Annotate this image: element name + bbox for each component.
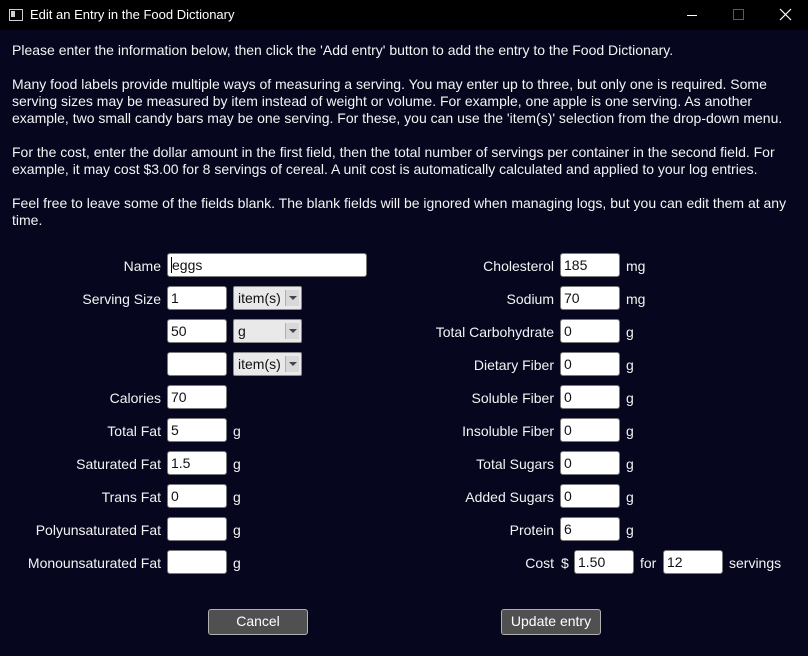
close-button[interactable] bbox=[762, 0, 808, 30]
total-carbohydrate-field[interactable]: 0 bbox=[560, 319, 620, 343]
polyunsaturated-fat-field[interactable] bbox=[167, 517, 227, 541]
total-carbohydrate-unit: g bbox=[626, 324, 634, 340]
polyunsaturated-fat-unit: g bbox=[233, 522, 241, 538]
sodium-label: Sodium bbox=[506, 291, 554, 307]
minimize-button[interactable] bbox=[669, 0, 715, 30]
window-title: Edit an Entry in the Food Dictionary bbox=[30, 7, 235, 22]
title-bar[interactable]: Edit an Entry in the Food Dictionary bbox=[0, 0, 808, 30]
cholesterol-field[interactable]: 185 bbox=[560, 253, 620, 277]
total-fat-label: Total Fat bbox=[107, 423, 161, 439]
chevron-down-icon[interactable] bbox=[285, 290, 299, 306]
sodium-unit: mg bbox=[626, 291, 646, 307]
edit-entry-dialog: Edit an Entry in the Food Dictionary Ple… bbox=[0, 0, 808, 656]
servings-per-container-field[interactable]: 12 bbox=[663, 550, 723, 574]
instructions-blank-fields: Feel free to leave some of the fields bl… bbox=[12, 195, 787, 228]
calories-label: Calories bbox=[109, 390, 161, 406]
dietary-fiber-field[interactable]: 0 bbox=[560, 352, 620, 376]
total-sugars-field[interactable]: 0 bbox=[560, 451, 620, 475]
close-icon bbox=[779, 8, 792, 21]
trans-fat-unit: g bbox=[233, 489, 241, 505]
saturated-fat-field[interactable]: 1.5 bbox=[167, 451, 227, 475]
maximize-button[interactable] bbox=[715, 0, 761, 30]
polyunsaturated-fat-label: Polyunsaturated Fat bbox=[35, 522, 161, 538]
update-entry-button[interactable]: Update entry bbox=[501, 609, 601, 635]
cost-label: Cost bbox=[525, 555, 554, 571]
chevron-down-icon[interactable] bbox=[285, 323, 299, 339]
name-field[interactable]: eggs bbox=[167, 253, 367, 277]
name-value: eggs bbox=[172, 257, 203, 273]
monounsaturated-fat-label: Monounsaturated Fat bbox=[27, 555, 161, 571]
serving-unit-value-1: item(s) bbox=[238, 290, 281, 306]
serving-amount-field-2[interactable]: 50 bbox=[167, 319, 227, 343]
minimize-icon bbox=[687, 15, 697, 16]
added-sugars-label: Added Sugars bbox=[465, 489, 554, 505]
protein-label: Protein bbox=[509, 522, 554, 538]
serving-unit-select-1[interactable]: item(s) bbox=[233, 286, 302, 310]
total-sugars-unit: g bbox=[626, 456, 634, 472]
cholesterol-label: Cholesterol bbox=[483, 258, 554, 274]
serving-unit-value-3: item(s) bbox=[238, 356, 281, 372]
cost-for-label: for bbox=[640, 555, 657, 571]
cholesterol-unit: mg bbox=[626, 258, 646, 274]
saturated-fat-label: Saturated Fat bbox=[76, 456, 161, 472]
cancel-button[interactable]: Cancel bbox=[208, 609, 308, 635]
trans-fat-label: Trans Fat bbox=[101, 489, 161, 505]
insoluble-fiber-label: Insoluble Fiber bbox=[462, 423, 554, 439]
protein-unit: g bbox=[626, 522, 634, 538]
monounsaturated-fat-field[interactable] bbox=[167, 550, 227, 574]
maximize-icon bbox=[733, 9, 744, 20]
insoluble-fiber-field[interactable]: 0 bbox=[560, 418, 620, 442]
serving-size-label: Serving Size bbox=[82, 291, 161, 307]
soluble-fiber-field[interactable]: 0 bbox=[560, 385, 620, 409]
protein-field[interactable]: 6 bbox=[560, 517, 620, 541]
cost-amount-field[interactable]: 1.50 bbox=[574, 550, 634, 574]
instructions-cost: For the cost, enter the dollar amount in… bbox=[12, 144, 775, 177]
serving-unit-select-2[interactable]: g bbox=[233, 319, 302, 343]
instructions-intro: Please enter the information below, then… bbox=[12, 42, 674, 58]
serving-unit-value-2: g bbox=[238, 323, 246, 339]
name-label: Name bbox=[123, 258, 161, 274]
chevron-down-icon[interactable] bbox=[285, 356, 299, 372]
insoluble-fiber-unit: g bbox=[626, 423, 634, 439]
serving-amount-field-1[interactable]: 1 bbox=[167, 286, 227, 310]
total-carbohydrate-label: Total Carbohydrate bbox=[435, 324, 554, 340]
total-fat-field[interactable]: 5 bbox=[167, 418, 227, 442]
dietary-fiber-label: Dietary Fiber bbox=[473, 357, 554, 373]
calories-field[interactable]: 70 bbox=[167, 385, 227, 409]
total-sugars-label: Total Sugars bbox=[476, 456, 554, 472]
monounsaturated-fat-unit: g bbox=[233, 555, 241, 571]
serving-amount-field-3[interactable] bbox=[167, 352, 227, 376]
total-fat-unit: g bbox=[233, 423, 241, 439]
dietary-fiber-unit: g bbox=[626, 357, 634, 373]
instructions-serving: Many food labels provide multiple ways o… bbox=[12, 76, 783, 126]
window-icon bbox=[9, 9, 23, 21]
soluble-fiber-label: Soluble Fiber bbox=[471, 390, 555, 406]
saturated-fat-unit: g bbox=[233, 456, 241, 472]
added-sugars-field[interactable]: 0 bbox=[560, 484, 620, 508]
trans-fat-field[interactable]: 0 bbox=[167, 484, 227, 508]
cost-currency-symbol: $ bbox=[561, 555, 569, 571]
added-sugars-unit: g bbox=[626, 489, 634, 505]
servings-label: servings bbox=[729, 555, 782, 571]
sodium-field[interactable]: 70 bbox=[560, 286, 620, 310]
soluble-fiber-unit: g bbox=[626, 390, 634, 406]
serving-unit-select-3[interactable]: item(s) bbox=[233, 352, 302, 376]
